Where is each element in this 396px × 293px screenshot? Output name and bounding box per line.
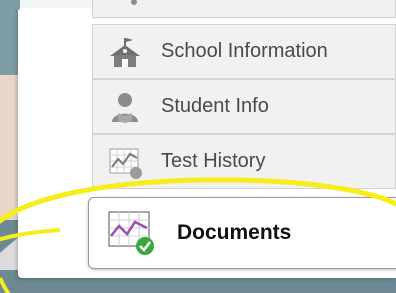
sidebar-item-test-history[interactable]: Test History (92, 134, 396, 189)
chart-check-icon (107, 208, 157, 258)
sidebar-item-label: School Information (161, 40, 328, 62)
sidebar-item-school-information[interactable]: School Information (92, 24, 396, 79)
school-icon (105, 32, 145, 72)
sidebar-item-student-info[interactable]: Student Info (92, 79, 396, 134)
student-icon (105, 87, 145, 127)
sidebar-item-label: Student Info (161, 95, 269, 117)
sidebar-item-label: Documents (177, 221, 292, 244)
sidebar-item-top[interactable] (92, 0, 396, 18)
sidebar-item-label: Test History (161, 150, 266, 172)
graduation-icon (105, 0, 145, 11)
sidebar-item-documents[interactable]: Documents (88, 197, 396, 269)
chart-icon (105, 142, 145, 182)
sidebar-menu: School Information Student Info Test His… (92, 0, 396, 200)
